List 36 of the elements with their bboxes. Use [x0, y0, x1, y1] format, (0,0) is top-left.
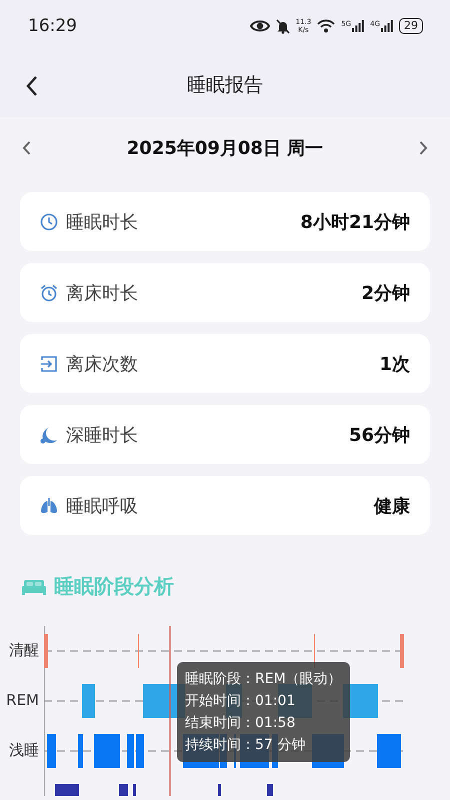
- stage-label: 浅睡: [9, 740, 40, 761]
- metric-value: 56分钟: [348, 424, 410, 446]
- metric-label: 离床次数: [66, 352, 139, 376]
- muted-bell-icon: [276, 18, 290, 34]
- bed-icon: [22, 578, 46, 594]
- metric-value: 1次: [379, 352, 410, 376]
- tooltip-text: 结束时间：01:58: [185, 714, 296, 733]
- alarm-clock-icon: [40, 284, 58, 302]
- eye-icon: [250, 19, 270, 33]
- wifi-icon: [317, 19, 336, 33]
- lungs-icon: [40, 496, 58, 514]
- stage-label: REM: [6, 690, 40, 711]
- metric-value: 2分钟: [361, 282, 410, 304]
- sign-in-icon: [40, 354, 58, 372]
- signal-icon: [352, 20, 364, 32]
- metric-label: 睡眠呼吸: [66, 494, 139, 518]
- back-icon: [26, 76, 38, 96]
- metric-label: 离床时长: [66, 282, 139, 304]
- metric-label: 深睡时长: [66, 424, 139, 446]
- date-label: 2025年09月08日 周一: [126, 137, 324, 160]
- tooltip-text: 睡眠阶段：REM（眼动）: [185, 670, 342, 689]
- clock-time: 16:29: [28, 16, 77, 36]
- metric-value: 健康: [374, 494, 410, 518]
- stage-label: 清醒: [9, 640, 40, 661]
- clock-icon: [40, 212, 58, 230]
- battery-level: 29: [399, 18, 423, 34]
- tooltip-text: 持续时间：57 分钟: [185, 736, 306, 755]
- page-title: 睡眠报告: [187, 72, 263, 98]
- section-title: 睡眠阶段分析: [54, 573, 174, 600]
- metric-label: 睡眠时长: [66, 210, 139, 234]
- signal-icon: [381, 20, 393, 32]
- tooltip-text: 开始时间：01:01: [185, 692, 296, 711]
- metric-value: 8小时21分钟: [300, 210, 410, 234]
- chevron-left-icon: [22, 141, 31, 155]
- crescent-moon-icon: [40, 426, 58, 444]
- chevron-right-icon: [419, 141, 428, 155]
